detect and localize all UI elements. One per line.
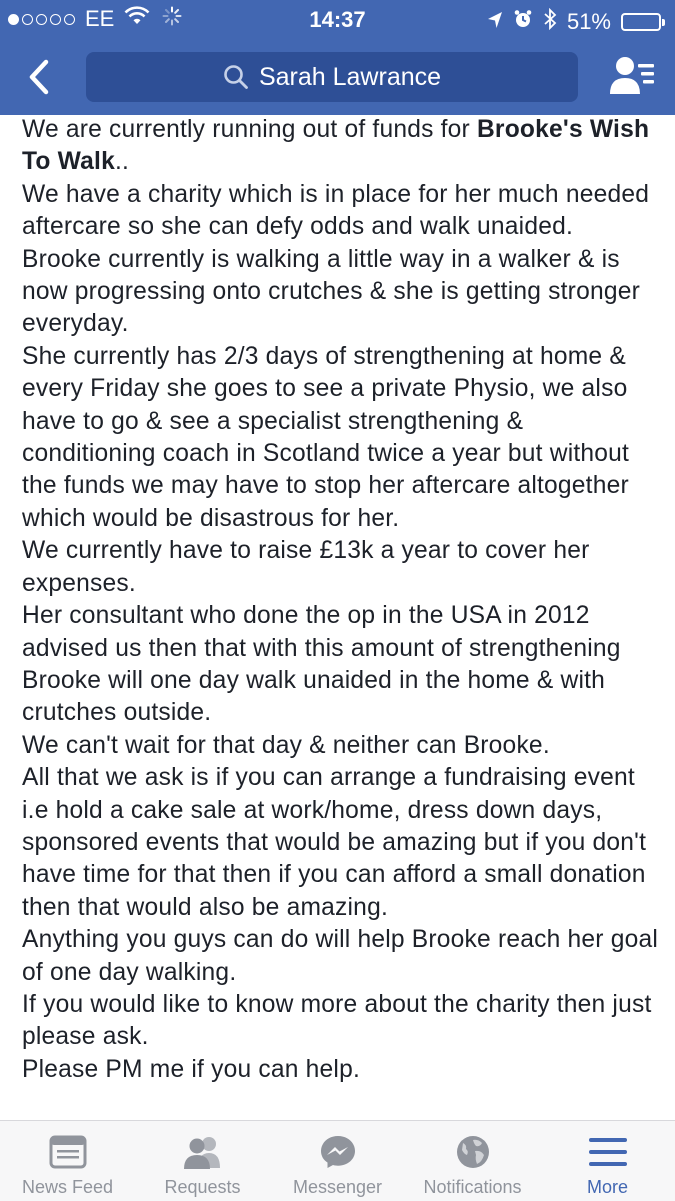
- tab-label: More: [586, 1177, 628, 1197]
- post-body: We are currently running out of funds fo…: [22, 114, 662, 1086]
- globe-icon: [456, 1136, 489, 1168]
- post-paragraph: Brooke currently is walking a little way…: [22, 245, 640, 338]
- alarm-clock-icon: [513, 9, 533, 35]
- post-paragraph: We can't wait for that day & neither can…: [22, 731, 550, 759]
- back-arrow-icon: [29, 59, 49, 95]
- tab-notifications[interactable]: Notifications: [405, 1121, 540, 1201]
- bluetooth-icon: [543, 7, 557, 36]
- post-paragraph: Please PM me if you can help.: [22, 1055, 360, 1083]
- tab-label: Messenger: [292, 1177, 383, 1197]
- back-button[interactable]: [22, 52, 62, 102]
- post-paragraph: All that we ask is if you can arrange a …: [22, 764, 647, 921]
- profile-options-button[interactable]: [608, 54, 656, 98]
- tab-messenger[interactable]: Messenger: [270, 1121, 405, 1201]
- tab-bar: News Feed Requests Messenger Notificatio…: [0, 1120, 675, 1201]
- post-paragraph: We currently have to raise £13k a year t…: [22, 537, 590, 597]
- person-list-icon: [610, 57, 654, 94]
- tab-news-feed[interactable]: News Feed: [0, 1121, 135, 1201]
- news-feed-icon: [49, 1135, 86, 1169]
- post-paragraph: Anything you guys can do will help Brook…: [22, 926, 658, 986]
- search-field[interactable]: Sarah Lawrance: [86, 52, 578, 102]
- status-right: 51%: [487, 7, 665, 36]
- post-paragraph: If you would like to know more about the…: [22, 990, 652, 1051]
- tab-more[interactable]: More: [540, 1121, 675, 1201]
- tab-label: Notifications: [423, 1177, 522, 1197]
- search-icon: [224, 65, 248, 89]
- post-paragraph: She currently has 2/3 days of strengthen…: [22, 342, 630, 532]
- location-arrow-icon: [487, 9, 503, 35]
- battery-icon: [621, 13, 665, 31]
- tab-label: Requests: [164, 1177, 241, 1197]
- navigation-bar: Sarah Lawrance: [0, 40, 675, 115]
- messenger-icon: [320, 1136, 355, 1168]
- post-paragraph: Her consultant who done the op in the US…: [22, 602, 621, 727]
- friend-requests-icon: [183, 1137, 220, 1169]
- status-bar: EE 14:37 51%: [0, 0, 675, 40]
- tab-label: News Feed: [21, 1177, 114, 1197]
- search-query-text: Sarah Lawrance: [258, 62, 442, 91]
- post-paragraph: We have a charity which is in place for …: [22, 180, 650, 241]
- battery-percent: 51%: [566, 9, 611, 34]
- hamburger-menu-icon: [588, 1138, 627, 1166]
- post-paragraph: We are currently running out of funds fo…: [22, 116, 650, 176]
- tab-requests[interactable]: Requests: [135, 1121, 270, 1201]
